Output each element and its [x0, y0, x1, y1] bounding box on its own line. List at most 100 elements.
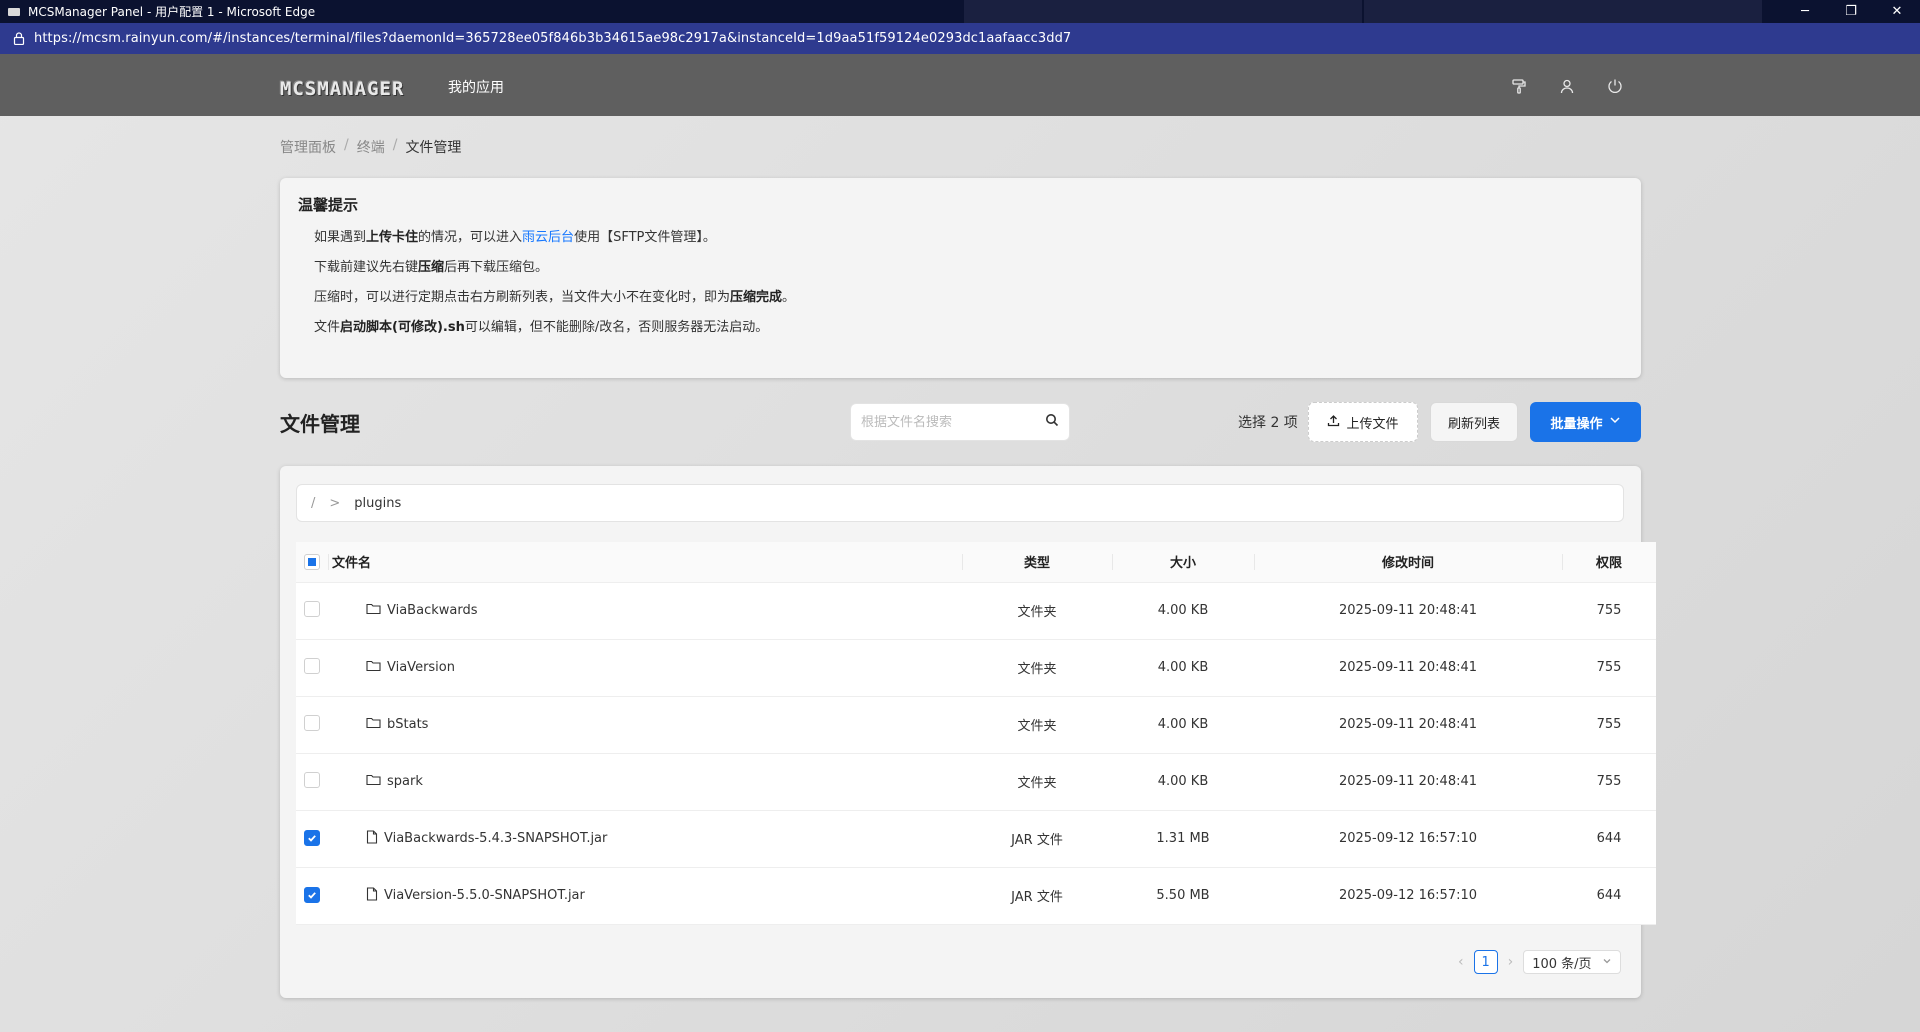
- breadcrumb-separator: /: [392, 137, 398, 153]
- file-size: 4.00 KB: [1157, 717, 1209, 732]
- row-checkbox[interactable]: [304, 714, 320, 731]
- file-name[interactable]: ViaBackwards-5.4.3-SNAPSHOT.jar: [384, 831, 607, 846]
- table-row[interactable]: bStats 文件夹 4.00 KB 2025-09-11 20:48:41 755: [296, 696, 1656, 753]
- breadcrumb: 管理面板 / 终端 / 文件管理: [280, 137, 461, 157]
- search-icon[interactable]: [1045, 413, 1059, 431]
- file-name[interactable]: ViaBackwards: [387, 603, 478, 618]
- column-header-name[interactable]: 文件名: [328, 542, 962, 583]
- file-name-cell[interactable]: ViaVersion: [328, 639, 962, 696]
- table-row[interactable]: ViaBackwards-5.4.3-SNAPSHOT.jar JAR 文件 1.3…: [296, 810, 1656, 867]
- file-name-cell[interactable]: ViaVersion-5.5.0-SNAPSHOT.jar: [328, 867, 962, 924]
- table-row[interactable]: spark 文件夹 4.00 KB 2025-09-11 20:48:41 755: [296, 753, 1656, 810]
- logout-icon[interactable]: [1605, 76, 1625, 96]
- page-size-value: 100 条/页: [1532, 956, 1592, 972]
- search-input[interactable]: [861, 414, 1045, 430]
- row-select-cell: [296, 753, 328, 810]
- file-permission[interactable]: 755: [1562, 639, 1656, 696]
- close-button[interactable]: ✕: [1874, 0, 1920, 23]
- batch-operations-button[interactable]: 批量操作: [1530, 402, 1641, 442]
- file-name-cell[interactable]: ViaBackwards: [328, 582, 962, 639]
- chevron-down-icon: [1602, 955, 1612, 970]
- row-select-cell: [296, 582, 328, 639]
- notice-line-1: 如果遇到上传卡住的情况，可以进入雨云后台使用【SFTP文件管理】。: [314, 223, 1623, 253]
- batch-operations-label: 批量操作: [1550, 416, 1603, 432]
- row-select-cell: [296, 867, 328, 924]
- notice-text: 的情况，可以进入: [418, 230, 523, 245]
- file-permission[interactable]: 755: [1562, 582, 1656, 639]
- file-icon: [366, 886, 378, 905]
- file-name[interactable]: ViaVersion: [387, 660, 455, 675]
- file-type: 文件夹: [1017, 776, 1057, 791]
- pagination: ‹ 1 › 100 条/页: [1458, 950, 1622, 974]
- table-row[interactable]: ViaBackwards 文件夹 4.00 KB 2025-09-11 20:48:4…: [296, 582, 1656, 639]
- notice-text: 下载前建议先右键: [314, 260, 419, 275]
- minimize-button[interactable]: ─: [1782, 0, 1828, 23]
- window-controls: ─ ❐ ✕: [1782, 0, 1920, 23]
- notice-card: 温馨提示 如果遇到上传卡住的情况，可以进入雨云后台使用【SFTP文件管理】。 下…: [280, 178, 1641, 378]
- nav-my-apps[interactable]: 我的应用: [448, 77, 504, 97]
- path-current[interactable]: plugins: [354, 496, 401, 511]
- breadcrumb-dashboard[interactable]: 管理面板: [280, 137, 336, 157]
- row-checkbox[interactable]: [304, 887, 320, 903]
- tab-placeholder[interactable]: [1364, 0, 1762, 23]
- row-select-cell: [296, 810, 328, 867]
- column-header-mtime[interactable]: 修改时间: [1254, 542, 1562, 583]
- page-number[interactable]: 1: [1473, 950, 1498, 974]
- file-permission[interactable]: 644: [1562, 810, 1656, 867]
- file-permission[interactable]: 755: [1562, 753, 1656, 810]
- table-header-row: 文件名 类型 大小 修改时间 权限: [296, 542, 1656, 583]
- next-page-icon[interactable]: ›: [1508, 954, 1514, 970]
- file-mtime: 2025-09-11 20:48:41: [1338, 717, 1478, 732]
- paint-roller-icon[interactable]: [1509, 76, 1529, 96]
- search-box[interactable]: [850, 403, 1070, 441]
- file-type: 文件夹: [1017, 605, 1057, 620]
- select-all-cell: [296, 542, 328, 583]
- file-permission[interactable]: 755: [1562, 696, 1656, 753]
- file-name-cell[interactable]: ViaBackwards-5.4.3-SNAPSHOT.jar: [328, 810, 962, 867]
- file-name-cell[interactable]: bStats: [328, 696, 962, 753]
- column-header-size[interactable]: 大小: [1112, 542, 1254, 583]
- file-mtime: 2025-09-12 16:57:10: [1338, 831, 1478, 846]
- path-root[interactable]: /: [311, 496, 315, 511]
- table-row[interactable]: ViaVersion 文件夹 4.00 KB 2025-09-11 20:48:41 7…: [296, 639, 1656, 696]
- file-size: 4.00 KB: [1157, 774, 1209, 789]
- breadcrumb-terminal[interactable]: 终端: [357, 137, 385, 157]
- page-size-select[interactable]: 100 条/页: [1523, 950, 1622, 974]
- file-permission[interactable]: 644: [1562, 867, 1656, 924]
- folder-icon: [366, 716, 381, 733]
- file-name-cell[interactable]: spark: [328, 753, 962, 810]
- table-row[interactable]: ViaVersion-5.5.0-SNAPSHOT.jar JAR 文件 5.50 …: [296, 867, 1656, 924]
- row-checkbox[interactable]: [304, 771, 320, 788]
- file-name[interactable]: ViaVersion-5.5.0-SNAPSHOT.jar: [384, 888, 585, 903]
- file-size: 5.50 MB: [1156, 888, 1210, 903]
- upload-file-button[interactable]: 上传文件: [1308, 402, 1418, 442]
- row-checkbox[interactable]: [304, 657, 320, 674]
- url-text[interactable]: https://mcsm.rainyun.com/#/instances/ter…: [34, 31, 1071, 46]
- app-icon: [8, 7, 20, 16]
- page-title: 文件管理: [280, 412, 360, 436]
- user-icon[interactable]: [1557, 76, 1577, 96]
- breadcrumb-separator: /: [344, 137, 349, 153]
- address-bar[interactable]: https://mcsm.rainyun.com/#/instances/ter…: [0, 23, 1920, 54]
- notice-title: 温馨提示: [298, 196, 359, 214]
- mcsmanager-logo[interactable]: MCSMANAGER: [280, 78, 404, 100]
- refresh-list-button[interactable]: 刷新列表: [1430, 402, 1518, 442]
- restore-button[interactable]: ❐: [1828, 0, 1874, 23]
- lock-icon[interactable]: [12, 32, 26, 46]
- row-checkbox[interactable]: [304, 830, 320, 846]
- file-type: 文件夹: [1017, 719, 1057, 734]
- file-mtime: 2025-09-11 20:48:41: [1338, 660, 1478, 675]
- upload-file-label: 上传文件: [1346, 416, 1399, 432]
- row-checkbox[interactable]: [304, 600, 320, 617]
- prev-page-icon[interactable]: ‹: [1458, 954, 1464, 970]
- file-mtime: 2025-09-12 16:57:10: [1338, 888, 1478, 903]
- file-name[interactable]: spark: [387, 774, 423, 789]
- column-header-type[interactable]: 类型: [962, 542, 1112, 583]
- tab-placeholder[interactable]: [964, 0, 1362, 23]
- column-header-permission[interactable]: 权限: [1562, 542, 1656, 583]
- rainyun-backend-link[interactable]: 雨云后台: [522, 230, 574, 245]
- file-name[interactable]: bStats: [387, 717, 428, 732]
- path-bar: / > plugins: [296, 484, 1624, 522]
- select-all-checkbox[interactable]: [304, 553, 320, 570]
- notice-text: 压缩时，可以进行定期点击右方刷新列表，当文件大小不在变化时，即为: [314, 290, 731, 305]
